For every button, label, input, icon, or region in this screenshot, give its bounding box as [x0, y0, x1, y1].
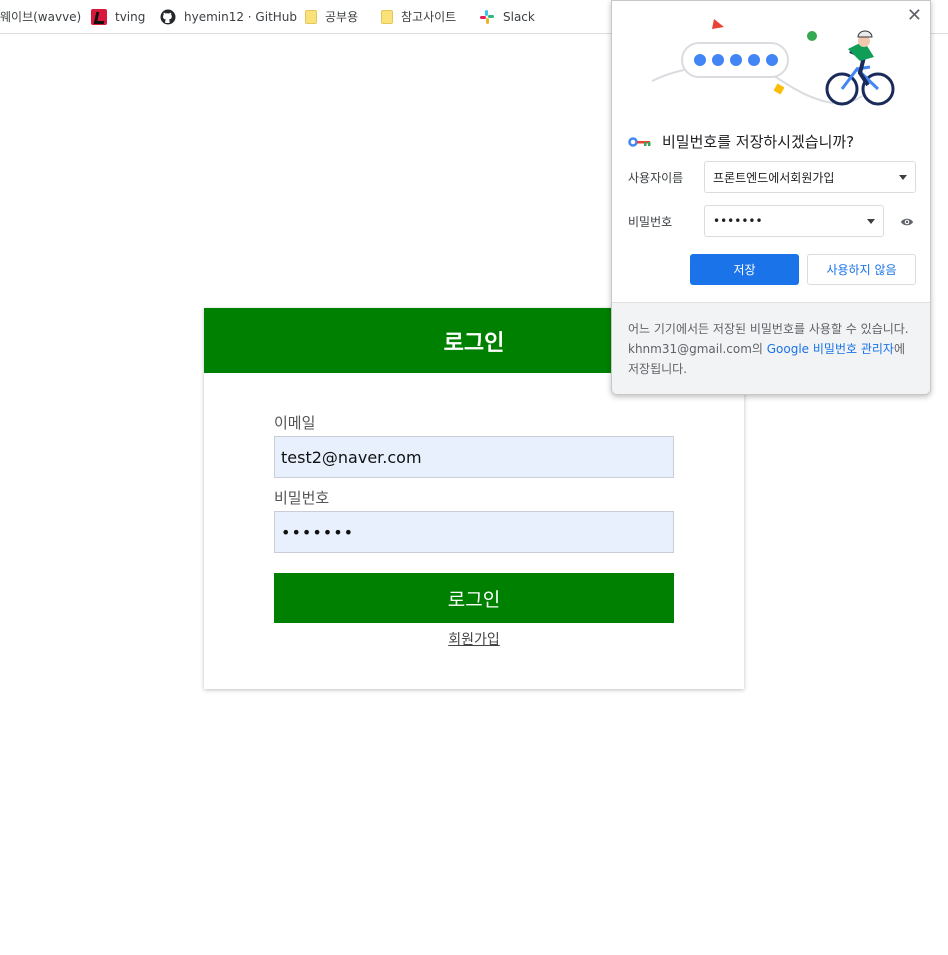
- bookmark-wavve[interactable]: 웨이브(wavve): [0, 0, 81, 33]
- username-label: 사용자이름: [628, 171, 684, 185]
- chevron-down-icon: [867, 218, 875, 224]
- never-button[interactable]: 사용하지 않음: [807, 254, 916, 285]
- bookmark-slack[interactable]: Slack: [479, 0, 535, 33]
- bookmark-tving[interactable]: tving: [91, 0, 145, 33]
- username-select[interactable]: 프론트엔드에서회원가입: [704, 161, 916, 193]
- tving-icon: [91, 8, 107, 25]
- password-value: •••••••: [713, 214, 763, 228]
- signup-link[interactable]: 회원가입: [204, 629, 744, 649]
- popup-footer: 어느 기기에서든 저장된 비밀번호를 사용할 수 있습니다. khnm31@gm…: [612, 302, 930, 394]
- cyclist-illustration: [651, 19, 895, 106]
- github-icon: [160, 9, 176, 24]
- email-label: 이메일: [274, 414, 316, 432]
- bookmark-label: 웨이브(wavve): [0, 10, 82, 24]
- popup-title: 비밀번호를 저장하시겠습니까?: [662, 133, 855, 151]
- bookmark-label: tving: [115, 9, 146, 24]
- save-button[interactable]: 저장: [690, 254, 799, 285]
- email-field[interactable]: test2@naver.com: [274, 436, 674, 478]
- key-icon: [628, 136, 651, 147]
- bookmark-label: Slack: [503, 9, 535, 24]
- chevron-down-icon: [899, 174, 907, 180]
- folder-icon: [381, 9, 393, 24]
- password-field[interactable]: •••••••: [274, 511, 674, 553]
- bookmark-github[interactable]: hyemin12 · GitHub: [160, 0, 297, 33]
- close-icon[interactable]: ✕: [907, 5, 922, 26]
- bookmark-label: hyemin12 · GitHub: [184, 9, 298, 24]
- bookmark-folder-study[interactable]: 공부용: [305, 0, 358, 33]
- password-label: 비밀번호: [274, 489, 330, 507]
- slack-icon: [480, 9, 494, 24]
- save-password-popup: ✕ 비밀번호를 저장하시겠습니까? 사용자이름 프론트엔드에서회원가입 비밀번호…: [611, 0, 931, 395]
- eye-icon[interactable]: [900, 215, 914, 229]
- bookmark-label: 공부용: [325, 10, 359, 24]
- bookmark-label: 참고사이트: [401, 10, 457, 24]
- username-value: 프론트엔드에서회원가입: [713, 170, 835, 185]
- password-select[interactable]: •••••••: [704, 205, 884, 237]
- folder-icon: [305, 9, 317, 24]
- login-button[interactable]: 로그인: [274, 573, 674, 623]
- password-label: 비밀번호: [628, 215, 673, 229]
- password-manager-link[interactable]: Google 비밀번호 관리자: [767, 342, 894, 356]
- popup-title-row: 비밀번호를 저장하시겠습니까?: [628, 131, 854, 152]
- bookmark-folder-reference[interactable]: 참고사이트: [381, 0, 456, 33]
